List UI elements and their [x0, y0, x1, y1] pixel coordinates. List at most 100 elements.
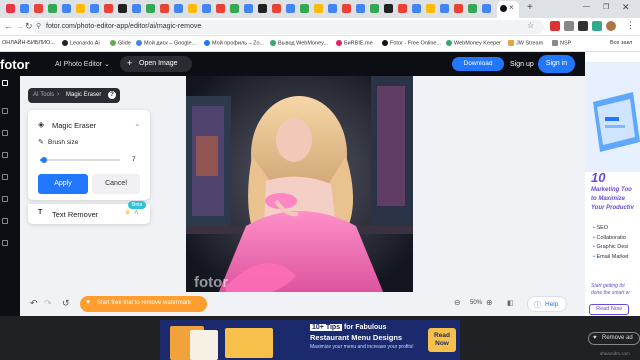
bookmark-item[interactable]: Мой профиль – Zo...	[204, 40, 264, 46]
bookmark-item[interactable]: Fotor - Free Online...	[382, 40, 441, 46]
all-bookmarks[interactable]: Все закл	[610, 40, 632, 46]
bookmark-item[interactable]: JW Stream	[508, 40, 543, 46]
tab-favicon[interactable]	[174, 4, 183, 13]
brush-size-value[interactable]: 7	[132, 156, 136, 163]
brush-size-slider[interactable]	[40, 157, 120, 163]
bookmark-item[interactable]: WebMoney Keeper	[446, 40, 501, 46]
side-advertisement[interactable]: 10 Marketing Too to Maximize Your Produc…	[585, 52, 640, 316]
restore-icon[interactable]: ❐	[603, 3, 609, 11]
tab-favicon[interactable]	[244, 4, 253, 13]
redo-icon[interactable]: ↷	[44, 298, 52, 309]
bottom-advertisement[interactable]: 10+ Tips for Fabulous Restaurant Menu De…	[160, 320, 460, 360]
extension-icon[interactable]	[564, 21, 574, 31]
trial-watermark-button[interactable]: ♥ Start free trial to remove watermark	[80, 296, 207, 312]
zoom-level[interactable]: 50%	[470, 300, 482, 306]
tab-favicon[interactable]	[104, 4, 113, 13]
download-button[interactable]: Download	[452, 57, 504, 71]
extension-icon[interactable]	[578, 21, 588, 31]
tab-favicon[interactable]	[160, 4, 169, 13]
tab-favicon[interactable]	[48, 4, 57, 13]
tab-favicon[interactable]	[440, 4, 449, 13]
browser-menu-icon[interactable]: ⋮	[626, 20, 635, 31]
elements-icon[interactable]	[2, 218, 8, 224]
tab-favicon[interactable]	[230, 4, 239, 13]
tab-favicon[interactable]	[300, 4, 309, 13]
tab-favicon[interactable]	[20, 4, 29, 13]
remove-ad-button[interactable]: ♥ Remove ad	[588, 332, 640, 345]
ad-read-now-button[interactable]: Read Now	[589, 304, 629, 315]
tab-favicon[interactable]	[216, 4, 225, 13]
extension-icon[interactable]	[592, 21, 602, 31]
tab-favicon[interactable]	[90, 4, 99, 13]
adjust-icon[interactable]	[2, 108, 8, 114]
minimize-icon[interactable]: —	[583, 3, 590, 10]
tab-favicon[interactable]	[328, 4, 337, 13]
bookmark-item[interactable]: БиRBIE.me	[336, 40, 373, 46]
fotor-logo[interactable]: fotor	[0, 57, 30, 72]
profile-avatar[interactable]	[606, 21, 616, 31]
tab-favicon[interactable]	[62, 4, 71, 13]
bookmark-item[interactable]: Мой диск – Google...	[136, 40, 196, 46]
ai-tools-icon[interactable]	[2, 80, 8, 86]
zoom-out-icon[interactable]: ⊖	[454, 298, 461, 307]
ai-photo-editor-menu[interactable]: AI Photo Editor ⌄	[55, 60, 110, 68]
tab-favicon[interactable]	[370, 4, 379, 13]
chevron-up-icon[interactable]: ˄	[134, 208, 139, 217]
bookmark-star-icon[interactable]: ☆	[527, 21, 534, 30]
text-remover-row[interactable]: T Text Remover Beta ♛ ˄	[28, 201, 150, 224]
bookmark-item[interactable]: Leonardo.Ai	[62, 40, 100, 46]
extension-icon[interactable]	[550, 21, 560, 31]
tab-favicon[interactable]	[258, 4, 267, 13]
url-text[interactable]: fotor.com/photo-editor-app/editor/ai/mag…	[46, 23, 201, 30]
back-icon[interactable]: ←	[4, 21, 13, 31]
bookmark-item[interactable]: NSP	[552, 40, 571, 46]
tab-favicon[interactable]	[34, 4, 43, 13]
apply-button[interactable]: Apply	[38, 174, 88, 194]
zoom-in-icon[interactable]: ⊕	[486, 298, 493, 307]
slider-handle[interactable]	[41, 157, 47, 163]
tab-favicon[interactable]	[412, 4, 421, 13]
undo-icon[interactable]: ↶	[30, 298, 38, 309]
uploads-icon[interactable]	[2, 240, 8, 246]
close-tab-icon[interactable]: ×	[509, 3, 514, 12]
signin-button[interactable]: Sign in	[538, 55, 575, 73]
forward-icon[interactable]: →	[15, 21, 24, 31]
tab-favicon[interactable]	[356, 4, 365, 13]
tab-favicon[interactable]	[6, 4, 15, 13]
cancel-button[interactable]: Cancel	[92, 174, 140, 194]
tab-favicon[interactable]	[272, 4, 281, 13]
compare-icon[interactable]: ◧	[507, 299, 514, 307]
effects-icon[interactable]	[2, 130, 8, 136]
frames-icon[interactable]	[2, 174, 8, 180]
signup-link[interactable]: Sign up	[510, 61, 534, 68]
window-close-icon[interactable]: ✕	[622, 2, 630, 13]
tab-favicon[interactable]	[146, 4, 155, 13]
reset-icon[interactable]: ↺	[62, 298, 70, 309]
open-image-button[interactable]: + Open Image	[120, 56, 192, 72]
bookmark-item[interactable]: ОНЛАЙН-БИБЛИО...	[2, 40, 55, 46]
tab-favicon[interactable]	[132, 4, 141, 13]
new-tab-icon[interactable]: +	[527, 2, 533, 13]
bookmark-item[interactable]: Glide	[110, 40, 131, 46]
help-icon[interactable]: ?	[108, 91, 116, 99]
tab-favicon[interactable]	[398, 4, 407, 13]
tab-favicon[interactable]	[76, 4, 85, 13]
tab-favicon[interactable]	[202, 4, 211, 13]
text-icon[interactable]	[2, 196, 8, 202]
tab-favicon[interactable]	[482, 4, 491, 13]
tab-favicon[interactable]	[118, 4, 127, 13]
active-tab[interactable]: ×	[497, 1, 519, 18]
tab-favicon[interactable]	[426, 4, 435, 13]
breadcrumb-parent[interactable]: AI Tools	[33, 92, 54, 98]
tab-favicon[interactable]	[342, 4, 351, 13]
tab-favicon[interactable]	[468, 4, 477, 13]
collapse-chevron-icon[interactable]: ⌄	[134, 119, 141, 128]
tab-favicon[interactable]	[314, 4, 323, 13]
site-info-icon[interactable]: ⚲	[36, 22, 41, 30]
beauty-icon[interactable]	[2, 152, 8, 158]
tab-favicon[interactable]	[286, 4, 295, 13]
ad-read-now-button[interactable]: Read Now	[428, 328, 456, 352]
edited-image[interactable]: fotor	[186, 76, 413, 299]
help-button[interactable]: ⓘ Help	[527, 296, 567, 312]
tab-favicon[interactable]	[188, 4, 197, 13]
